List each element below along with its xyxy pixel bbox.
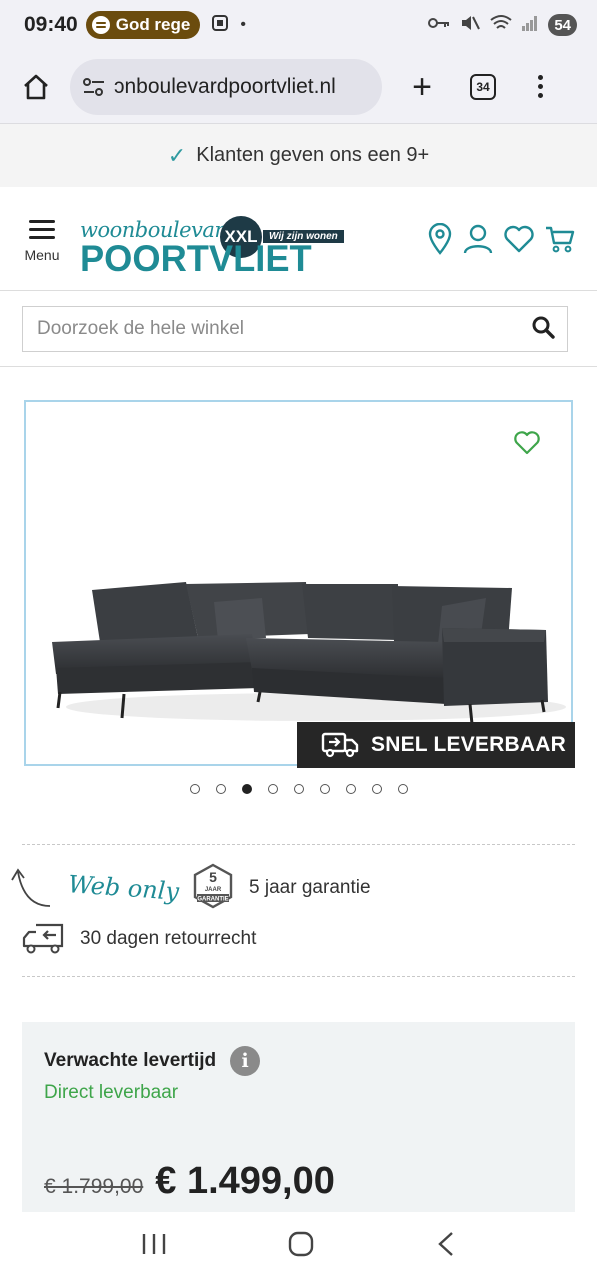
home-button[interactable] (14, 65, 58, 109)
site-header: Menu woonboulevard XXL Wij zijn wonen PO… (0, 187, 597, 291)
fast-delivery-badge: SNEL LEVERBAAR (297, 722, 575, 768)
guarantee-badge: 5 JAAR GARANTIE (191, 863, 235, 914)
return-truck-icon (22, 923, 64, 954)
info-icon[interactable]: i (230, 1046, 261, 1076)
add-to-wishlist-button[interactable] (513, 430, 541, 461)
site-logo[interactable]: woonboulevard XXL Wij zijn wonen POORTVL… (80, 204, 344, 279)
divider (22, 976, 575, 977)
home-circle-icon (289, 1231, 314, 1256)
delivery-status: Direct leverbaar (44, 1082, 179, 1103)
divider (0, 366, 597, 367)
carousel-dot[interactable] (189, 784, 200, 794)
address-bar[interactable]: ɔnboulevardpoortvliet.nl (70, 58, 382, 115)
screenshot-icon (210, 13, 230, 38)
recent-apps-icon (142, 1233, 166, 1254)
browser-toolbar: ɔnboulevardpoortvliet.nl + 34 (0, 50, 597, 124)
status-bar: 09:40 God rege • 54 (0, 0, 597, 50)
tab-switcher-button[interactable]: 34 (470, 73, 496, 100)
clock: 09:40 (24, 13, 78, 36)
search-input[interactable] (37, 318, 531, 340)
trust-text: Klanten geven ons een 9+ (196, 144, 430, 166)
delivery-truck-icon (321, 732, 359, 758)
fast-delivery-text: SNEL LEVERBAAR (371, 733, 566, 756)
curved-arrow-icon (11, 868, 51, 907)
carousel-dot[interactable] (319, 784, 330, 794)
browser-menu-button[interactable] (538, 75, 543, 98)
wishlist-icon[interactable] (503, 224, 535, 254)
usp-row: 30 dagen retourrecht (22, 918, 256, 960)
battery-indicator: 54 (548, 14, 577, 36)
store-locator-icon[interactable] (427, 222, 453, 255)
guarantee-badge-caption: GARANTIE (197, 896, 228, 902)
check-icon: ✓ (167, 142, 187, 168)
product-image[interactable] (24, 400, 573, 766)
logo-wordmark: POORTVLIET (80, 237, 312, 279)
trust-banner: ✓ Klanten geven ons een 9+ (0, 124, 597, 187)
guarantee-text: 5 jaar garantie (249, 877, 371, 898)
home-nav-button[interactable] (288, 1231, 314, 1262)
search-box (22, 306, 568, 352)
signal-icon (522, 15, 538, 36)
current-price: € 1.499,00 (155, 1160, 335, 1202)
back-button[interactable] (436, 1231, 456, 1262)
system-nav-bar (0, 1212, 597, 1280)
carousel-dot[interactable] (241, 784, 252, 794)
cart-icon[interactable] (545, 224, 575, 254)
url-text: ɔnboulevardpoortvliet.nl (114, 74, 336, 98)
guarantee-badge-number: 5 (209, 869, 217, 885)
usp-row: Web only 5 JAAR GARANTIE 5 jaar garantie (10, 858, 590, 918)
hamburger-icon (29, 220, 55, 239)
now-playing-text: God rege (115, 15, 191, 34)
delivery-time-title: Verwachte levertijd (44, 1050, 217, 1071)
guarantee-badge-unit: JAAR (205, 887, 222, 893)
carousel-dot[interactable] (293, 784, 304, 794)
site-settings-icon[interactable] (82, 76, 106, 98)
web-only-label: Web only (67, 870, 180, 906)
recent-apps-button[interactable] (141, 1232, 167, 1261)
returns-text: 30 dagen retourrecht (80, 928, 257, 949)
old-price: € 1.799,00 (44, 1175, 144, 1198)
account-icon[interactable] (463, 223, 493, 255)
price-row: € 1.799,00 € 1.499,00 (44, 1160, 335, 1203)
carousel-dot[interactable] (345, 784, 356, 794)
carousel-dot[interactable] (371, 784, 382, 794)
new-tab-button[interactable]: + (404, 70, 440, 104)
now-playing-pill[interactable]: God rege (85, 11, 201, 39)
sofa-illustration (52, 582, 566, 725)
menu-button[interactable]: Menu (22, 214, 62, 263)
spotify-icon (91, 16, 110, 34)
notification-dot-icon: • (240, 16, 246, 33)
search-icon[interactable] (531, 315, 555, 344)
carousel-dots (0, 784, 597, 794)
divider (22, 844, 575, 845)
delivery-info-box: Verwachte levertijd i Direct leverbaar €… (22, 1022, 575, 1212)
heart-icon (514, 431, 540, 455)
carousel-dot[interactable] (267, 784, 278, 794)
wifi-icon (490, 14, 512, 37)
menu-label: Menu (24, 247, 60, 263)
carousel-dot[interactable] (397, 784, 408, 794)
carousel-dot[interactable] (215, 784, 226, 794)
mute-icon (460, 14, 481, 37)
back-icon (438, 1231, 453, 1256)
key-icon (428, 16, 450, 35)
home-icon (24, 74, 48, 99)
